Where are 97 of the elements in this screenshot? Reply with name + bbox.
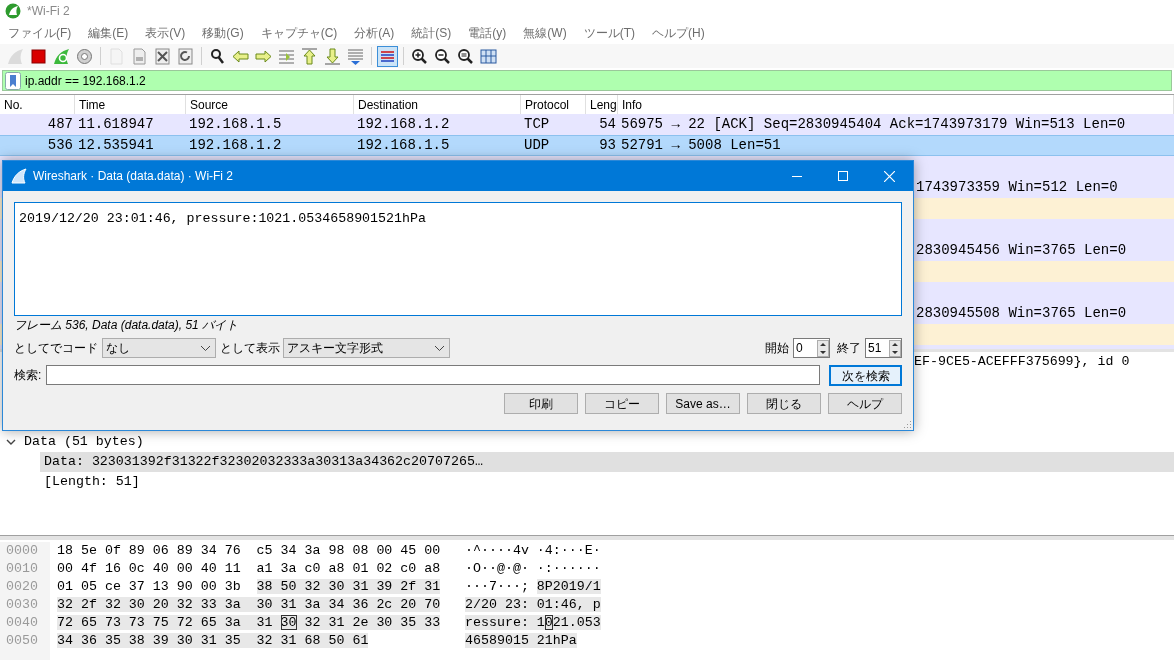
chevron-down-icon	[434, 344, 445, 352]
settings-icon[interactable]	[75, 46, 94, 66]
hex-offset: 0000	[6, 542, 39, 560]
shark-fin-icon	[11, 168, 27, 184]
decode-as-dropdown[interactable]: なし	[102, 338, 216, 358]
start-spin-box[interactable]: 0	[793, 338, 830, 358]
zoom-out-icon[interactable]	[433, 46, 452, 66]
tree-item[interactable]: Data: 323031392f31322f32302032333a30313a34362c20707265…	[40, 452, 1174, 472]
reload-icon[interactable]	[176, 46, 195, 66]
end-spin-box[interactable]: 51	[865, 338, 902, 358]
display-filter-field[interactable]: ip.addr == 192.168.1.2	[2, 70, 1172, 91]
table-cell-text: 192.168.1.5	[356, 136, 451, 155]
packet-row[interactable]: 536 12.535941 192.168.1.2 192.168.1.5 UDP 93 52791 → 5008 Len=51	[0, 135, 1174, 156]
spin-arrows-icon[interactable]	[817, 339, 829, 357]
tree-item[interactable]: Data (51 bytes)	[24, 432, 144, 452]
ascii-dump-line: 2/20 23: 01:46, p	[465, 596, 601, 614]
menu-item[interactable]: 電話(y)	[468, 24, 507, 42]
hex-offset: 0010	[6, 560, 39, 578]
menu-item[interactable]: ファイル(F)	[8, 24, 72, 42]
menu-item[interactable]: ヘルプ(H)	[652, 24, 705, 42]
restart-fin-icon[interactable]	[52, 46, 71, 66]
spin-arrows-icon[interactable]	[889, 339, 901, 357]
table-cell-text: 56975 → 22 [ACK] Seq=2830945404 Ack=1743973179 Win=513 Len=0	[620, 115, 1127, 134]
chevron-down-icon	[200, 344, 211, 352]
hex-offset: 0040	[6, 614, 39, 632]
search-label: 検索:	[14, 367, 43, 384]
auto-scroll-icon[interactable]	[346, 46, 365, 66]
arrow-up-icon[interactable]	[300, 46, 319, 66]
resize-grip-icon[interactable]	[901, 418, 912, 429]
end-label: 終了	[837, 340, 861, 357]
ascii-dump-line: ·^····4v ·4:···E·	[465, 542, 601, 560]
frame-caption: フレーム 536, Data (data.data), 51 バイト	[14, 317, 239, 334]
dialog-button[interactable]: 閉じる	[747, 393, 821, 414]
menu-item[interactable]: 移動(G)	[202, 24, 244, 42]
show-as-dropdown[interactable]: アスキー文字形式	[283, 338, 450, 358]
stop-icon[interactable]	[29, 46, 48, 66]
hex-offset: 0020	[6, 578, 39, 596]
menu-item[interactable]: 分析(A)	[354, 24, 395, 42]
table-cell-text: 2830945456 Win=3765 Len=0	[916, 241, 1127, 260]
tree-item[interactable]: EF-9CE5-ACEFFF375699}, id 0	[914, 352, 1130, 372]
start-label: 開始	[765, 340, 789, 357]
dialog-button[interactable]: コピー	[585, 393, 659, 414]
zoom-reset-icon[interactable]	[456, 46, 475, 66]
table-cell-text: 192.168.1.5	[188, 115, 283, 134]
table-cell-text: 1743973359 Win=512 Len=0	[916, 178, 1118, 197]
table-cell-text: 54	[598, 115, 617, 134]
menu-item[interactable]: 編集(E)	[88, 24, 129, 42]
menu-item[interactable]: キャプチャ(C)	[260, 24, 338, 42]
arrow-down-icon[interactable]	[323, 46, 342, 66]
menu-item[interactable]: ツール(T)	[583, 24, 635, 42]
hex-bytes-line: 34 36 35 38 39 30 31 35 32 31 68 50 61	[57, 632, 370, 650]
table-cell-text: 2830945508 Win=3765 Len=0	[916, 304, 1127, 323]
table-cell-text: 192.168.1.2	[356, 115, 451, 134]
ascii-dump-line: ···7···; 8P2019/1	[465, 578, 601, 596]
table-cell-text: 11.618947	[77, 115, 155, 134]
menu-item[interactable]: 表示(V)	[145, 24, 186, 42]
chevron-down-icon[interactable]	[6, 437, 16, 447]
tree-item[interactable]: [Length: 51]	[40, 472, 1174, 492]
hex-bytes-line: 18 5e 0f 89 06 89 34 76 c5 34 3a 98 08 00 45 00	[57, 542, 442, 560]
colorize-icon[interactable]	[378, 46, 397, 66]
dialog-button[interactable]: 印刷	[504, 393, 578, 414]
ascii-dump-line: 46589015 21hPa	[465, 632, 578, 650]
dialog-title: Wireshark · Data (data.data) · Wi-Fi 2	[33, 168, 234, 185]
table-cell-text: 192.168.1.2	[188, 136, 283, 155]
menu-item[interactable]: 統計(S)	[411, 24, 452, 42]
find-next-button[interactable]: 次を検索	[829, 364, 902, 386]
table-cell-text: 93	[598, 136, 617, 155]
hex-bytes-line: 01 05 ce 37 13 90 00 3b 38 50 32 30 31 39 2f 31	[57, 578, 442, 596]
maximize-icon[interactable]	[838, 171, 848, 181]
table-cell-text: 12.535941	[77, 136, 155, 155]
packet-row[interactable]: 487 11.618947 192.168.1.5 192.168.1.2 TCP 54 56975 → 22 [ACK] Seq=2830945404 Ack=1743973179 Win=513 Len=0	[0, 114, 1174, 135]
decode-label: としてでコード	[14, 340, 98, 357]
table-cell-text: UDP	[523, 136, 551, 155]
hex-offset: 0050	[6, 632, 39, 650]
menu-item[interactable]: 無線(W)	[523, 24, 567, 42]
table-cell-text: 536	[46, 136, 74, 155]
window-title: *Wi-Fi 2	[27, 3, 70, 20]
dialog-button[interactable]: ヘルプ	[828, 393, 902, 414]
hex-bytes-line: 72 65 73 73 75 72 65 3a 31 30 32 31 2e 30 35 33	[57, 614, 442, 632]
table-cell-text: 52791 → 5008 Len=51	[620, 136, 782, 155]
file-close-icon[interactable]	[153, 46, 172, 66]
search-icon[interactable]	[208, 46, 227, 66]
table-cell-text: 487	[46, 115, 74, 134]
data-text-area[interactable]: 2019/12/20 23:01:46, pressure:1021.0534658901521hPa	[14, 202, 902, 316]
search-field[interactable]	[46, 365, 820, 385]
ascii-dump-line: ·O··@·@· ·:······	[465, 560, 601, 578]
close-icon[interactable]	[884, 170, 895, 182]
bookmark-icon[interactable]	[5, 71, 21, 90]
hex-bytes-line: 32 2f 32 30 20 32 33 3a 30 31 3a 34 36 2c 20 70	[57, 596, 442, 614]
resize-columns-icon[interactable]	[479, 46, 498, 66]
zoom-in-icon[interactable]	[410, 46, 429, 66]
hex-bytes-line: 00 4f 16 0c 40 00 40 11 a1 3a c0 a8 01 02 c0 a8	[57, 560, 442, 578]
app-icon	[5, 3, 21, 19]
show-as-label: として表示	[220, 340, 280, 357]
table-cell-text: TCP	[523, 115, 551, 134]
dialog-button[interactable]: Save as…	[666, 393, 740, 414]
hex-offset: 0030	[6, 596, 39, 614]
